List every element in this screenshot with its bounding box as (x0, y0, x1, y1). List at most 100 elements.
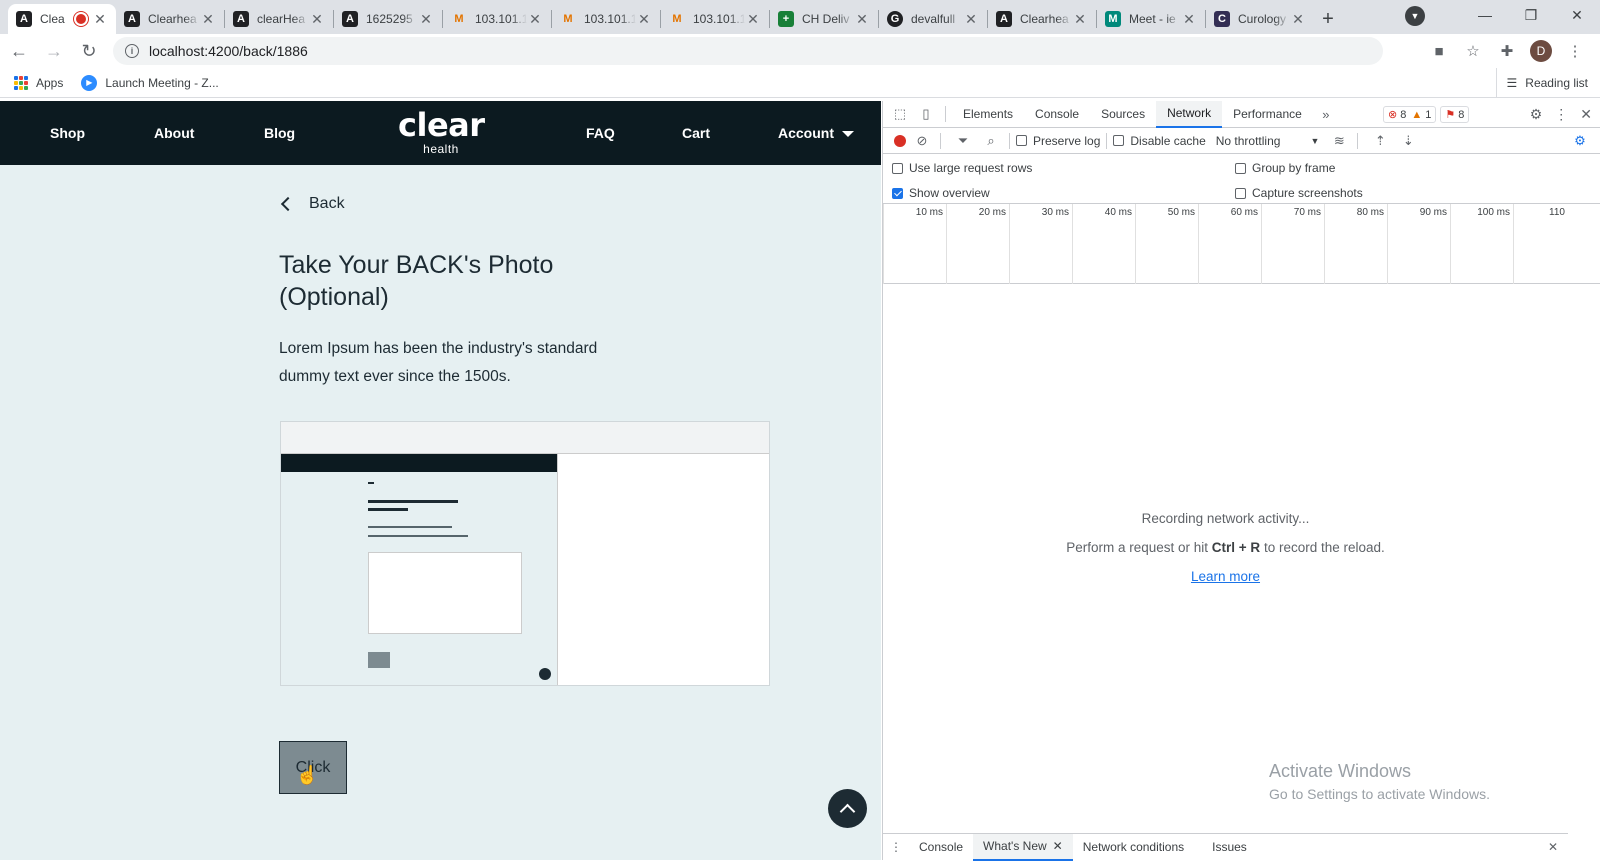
settings-gear-icon[interactable]: ⚙ (1530, 106, 1543, 123)
bookmark-launch-meeting[interactable]: ▶ Launch Meeting - Z... (81, 74, 219, 91)
nav-cart[interactable]: Cart (682, 125, 710, 141)
capture-screenshots-label: Capture screenshots (1252, 186, 1363, 200)
browser-tab[interactable]: A Clearhea ✕ (116, 4, 224, 34)
tick-label: 80 ms (1356, 207, 1384, 218)
address-bar[interactable]: i localhost:4200/back/1886 (113, 37, 1383, 65)
tab-elements[interactable]: Elements (952, 101, 1024, 128)
close-icon[interactable]: ✕ (92, 11, 108, 28)
kebab-menu-icon[interactable]: ⋮ (1554, 106, 1568, 123)
preserve-log-checkbox[interactable]: Preserve log (1016, 134, 1100, 148)
mountain-favicon-icon: M (454, 13, 464, 25)
import-har-icon[interactable]: ⇡ (1368, 133, 1392, 149)
close-icon[interactable]: ✕ (527, 11, 543, 28)
issues-badge[interactable]: ⚑ 8 (1440, 106, 1470, 123)
browser-tab[interactable]: M 103.101.1 ✕ (661, 4, 769, 34)
avatar[interactable]: D (1530, 40, 1552, 62)
inspect-element-icon[interactable]: ⬚ (887, 106, 913, 122)
close-drawer-icon[interactable]: ✕ (1548, 840, 1558, 854)
search-icon[interactable]: ⌕ (979, 133, 1003, 149)
throttling-select[interactable]: No throttling ▼ (1216, 134, 1320, 148)
extensions-puzzle-icon[interactable]: ✚ (1496, 40, 1518, 62)
browser-tab[interactable]: C Curology ✕ (1206, 4, 1314, 34)
browser-tab[interactable]: M Meet - ie ✕ (1097, 4, 1205, 34)
learn-more-link[interactable]: Learn more (883, 569, 1568, 584)
drawer-tab-network-conditions[interactable]: Network conditions (1073, 834, 1194, 861)
activate-windows-watermark: Activate Windows Go to Settings to activ… (1269, 761, 1490, 802)
bookmark-apps[interactable]: Apps (14, 75, 63, 90)
site-logo[interactable]: clear health (398, 109, 485, 156)
forward-arrow-icon[interactable]: → (38, 35, 70, 67)
browser-tab[interactable]: + CH Deliv ✕ (770, 4, 878, 34)
bookmark-star-icon[interactable]: ☆ (1462, 40, 1484, 62)
browser-tab[interactable]: A clearHea ✕ (225, 4, 333, 34)
angular-favicon-icon: A (342, 11, 358, 27)
camera-icon[interactable]: ■ (1428, 40, 1450, 62)
drawer-menu-icon[interactable]: ⋮ (883, 840, 909, 854)
url-text[interactable]: localhost:4200/back/1886 (149, 43, 308, 59)
nav-faq[interactable]: FAQ (586, 125, 615, 141)
close-icon[interactable]: ✕ (1072, 11, 1088, 28)
kebab-menu-icon[interactable]: ⋮ (1564, 40, 1586, 62)
tab-title: Curology (1238, 12, 1287, 26)
close-icon[interactable]: ✕ (200, 11, 216, 28)
nav-about[interactable]: About (154, 125, 194, 141)
export-har-icon[interactable]: ⇣ (1396, 133, 1420, 149)
browser-tab[interactable]: M 103.101.1 ✕ (443, 4, 551, 34)
close-window-icon[interactable]: ✕ (1554, 0, 1600, 30)
reload-icon[interactable]: ↻ (73, 35, 105, 67)
record-icon[interactable] (894, 134, 906, 147)
capture-screenshots-checkbox[interactable]: Capture screenshots (1235, 186, 1363, 200)
more-tabs-icon[interactable]: » (1313, 107, 1339, 122)
close-icon[interactable]: ✕ (745, 11, 761, 28)
clear-block-icon[interactable]: ⊘ (910, 133, 934, 149)
large-rows-checkbox[interactable]: Use large request rows (892, 161, 1032, 175)
close-icon[interactable]: ✕ (1290, 11, 1306, 28)
checkbox-box (1235, 162, 1246, 174)
tab-network[interactable]: Network (1156, 100, 1223, 128)
close-icon[interactable]: ✕ (1181, 11, 1197, 28)
back-link[interactable]: Back (279, 195, 345, 213)
filter-funnel-icon[interactable]: ⏷ (951, 133, 975, 149)
tab-sources[interactable]: Sources (1090, 101, 1156, 128)
drawer-tab-console[interactable]: Console (909, 834, 973, 861)
network-conditions-icon[interactable]: ≋ (1327, 133, 1351, 149)
drawer-tab-issues[interactable]: Issues (1202, 834, 1257, 861)
network-overview-timeline[interactable]: 10 ms 20 ms 30 ms 40 ms 50 ms 60 ms 70 m… (883, 204, 1600, 284)
photo-preview-image (280, 421, 770, 686)
tab-search-icon[interactable]: ▼ (1405, 6, 1425, 26)
close-icon[interactable]: ✕ (418, 11, 434, 28)
group-by-frame-checkbox[interactable]: Group by frame (1235, 161, 1335, 175)
devtools-badges[interactable]: ⊗ 8 ▲ 1 ⚑ 8 (1383, 106, 1470, 123)
close-icon[interactable]: ✕ (636, 11, 652, 28)
show-overview-checkbox[interactable]: Show overview (892, 186, 990, 200)
browser-tabstrip: A Clea ✕ A Clearhea ✕ A clearHea ✕ A 162… (0, 0, 1600, 34)
nav-account[interactable]: Account (778, 125, 854, 141)
browser-tab[interactable]: G devalfull ✕ (879, 4, 987, 34)
browser-tab[interactable]: A 1625295 ✕ (334, 4, 442, 34)
nav-blog[interactable]: Blog (264, 125, 295, 141)
close-icon[interactable]: ✕ (1580, 106, 1592, 123)
device-toolbar-icon[interactable]: ▯ (913, 106, 939, 122)
network-settings-gear-icon[interactable]: ⚙ (1568, 133, 1592, 149)
close-icon[interactable]: ✕ (1053, 839, 1063, 853)
browser-tab-active[interactable]: A Clea ✕ (8, 4, 116, 34)
site-info-icon[interactable]: i (125, 44, 139, 58)
browser-tab[interactable]: M 103.101.1 ✕ (552, 4, 660, 34)
tab-console[interactable]: Console (1024, 101, 1090, 128)
restore-icon[interactable]: ❐ (1508, 0, 1554, 30)
back-arrow-icon[interactable]: ← (3, 35, 35, 67)
new-tab-button[interactable]: + (1314, 4, 1342, 34)
close-icon[interactable]: ✕ (854, 11, 870, 28)
nav-shop[interactable]: Shop (50, 125, 85, 141)
drawer-tab-whats-new[interactable]: What's New ✕ (973, 833, 1073, 861)
tab-performance[interactable]: Performance (1222, 101, 1313, 128)
minimize-icon[interactable]: — (1462, 0, 1508, 30)
close-icon[interactable]: ✕ (309, 11, 325, 28)
browser-tab[interactable]: A Clearhea ✕ (988, 4, 1096, 34)
disable-cache-checkbox[interactable]: Disable cache (1113, 134, 1206, 148)
error-badge[interactable]: ⊗ 8 ▲ 1 (1383, 106, 1437, 123)
scroll-to-top-button[interactable] (828, 789, 867, 828)
preserve-log-label: Preserve log (1033, 133, 1101, 148)
reading-list-button[interactable]: ☰ Reading list (1495, 68, 1588, 98)
close-icon[interactable]: ✕ (963, 11, 979, 28)
